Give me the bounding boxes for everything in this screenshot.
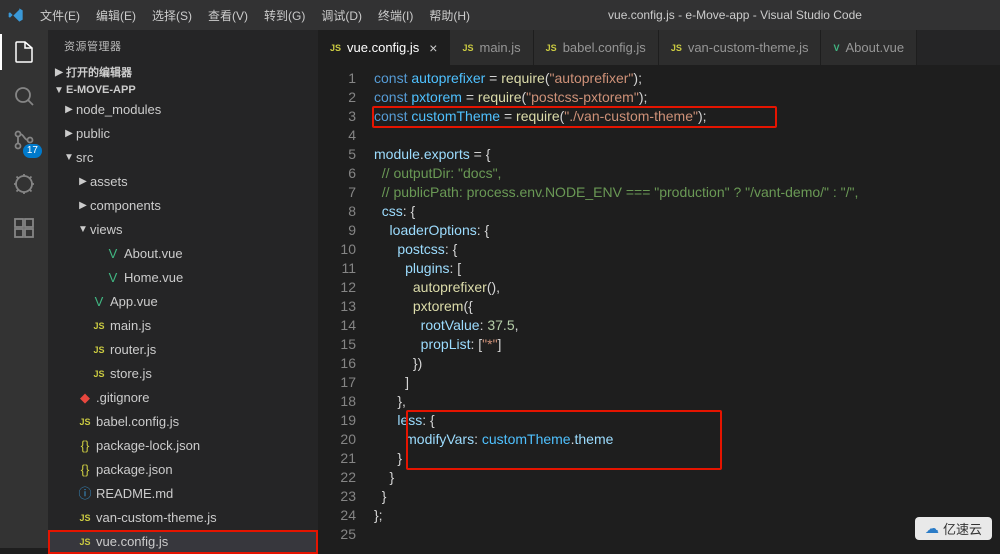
menu-selection[interactable]: 选择(S) bbox=[144, 7, 200, 24]
json-icon: {} bbox=[76, 436, 94, 456]
tree-store-js[interactable]: JSstore.js bbox=[48, 362, 318, 386]
menu-go[interactable]: 转到(G) bbox=[256, 7, 313, 24]
tree-home-vue[interactable]: VHome.vue bbox=[48, 266, 318, 290]
search-icon[interactable] bbox=[10, 82, 38, 110]
tab-label: main.js bbox=[479, 40, 520, 55]
js-icon: JS bbox=[90, 364, 108, 384]
tree-pkg-lock[interactable]: {}package-lock.json bbox=[48, 434, 318, 458]
sidebar-title: 资源管理器 bbox=[48, 30, 318, 62]
tree-main-js[interactable]: JSmain.js bbox=[48, 314, 318, 338]
tab-babel[interactable]: JS babel.config.js bbox=[534, 30, 659, 65]
window-title: vue.config.js - e-Move-app - Visual Stud… bbox=[478, 8, 992, 22]
tree-components[interactable]: ▶components bbox=[48, 194, 318, 218]
code-editor[interactable]: 12345 678910 1112131415 1617181920 21222… bbox=[318, 65, 1000, 548]
js-icon: JS bbox=[546, 43, 557, 53]
vue-icon: V bbox=[90, 292, 108, 312]
tab-label: vue.config.js bbox=[347, 40, 419, 55]
close-icon[interactable]: × bbox=[429, 40, 437, 56]
code-content[interactable]: const autoprefixer = require("autoprefix… bbox=[374, 69, 1000, 548]
menu-file[interactable]: 文件(E) bbox=[32, 7, 88, 24]
sidebar: 资源管理器 ▶打开的编辑器 ▼E-MOVE-APP ▶node_modules … bbox=[48, 30, 318, 548]
explorer-section: ▶打开的编辑器 ▼E-MOVE-APP ▶node_modules ▶publi… bbox=[48, 62, 318, 554]
tree-van-theme[interactable]: JSvan-custom-theme.js bbox=[48, 506, 318, 530]
editor-area: JS vue.config.js × JS main.js JS babel.confi… bbox=[318, 30, 1000, 548]
js-icon: JS bbox=[76, 532, 94, 552]
js-icon: JS bbox=[671, 43, 682, 53]
tree-router-js[interactable]: JSrouter.js bbox=[48, 338, 318, 362]
watermark: ☁ 亿速云 bbox=[915, 517, 992, 540]
line-gutter: 12345 678910 1112131415 1617181920 21222… bbox=[318, 69, 374, 548]
editor-tabs: JS vue.config.js × JS main.js JS babel.confi… bbox=[318, 30, 1000, 65]
source-control-icon[interactable]: 17 bbox=[10, 126, 38, 154]
tree-node-modules[interactable]: ▶node_modules bbox=[48, 98, 318, 122]
tree-gitignore[interactable]: ◆.gitignore bbox=[48, 386, 318, 410]
activity-bar: 17 bbox=[0, 30, 48, 548]
vue-icon: V bbox=[833, 43, 839, 53]
menu-bar: 文件(E) 编辑(E) 选择(S) 查看(V) 转到(G) 调试(D) 终端(I… bbox=[0, 0, 1000, 30]
watermark-text: 亿速云 bbox=[943, 519, 982, 538]
json-icon: {} bbox=[76, 460, 94, 480]
file-tree: ▶node_modules ▶public ▼src ▶assets ▶comp… bbox=[48, 98, 318, 554]
debug-icon[interactable] bbox=[10, 170, 38, 198]
scm-badge: 17 bbox=[23, 144, 42, 158]
project-header[interactable]: ▼E-MOVE-APP bbox=[48, 82, 318, 98]
js-icon: JS bbox=[462, 43, 473, 53]
tree-src[interactable]: ▼src bbox=[48, 146, 318, 170]
js-icon: JS bbox=[330, 43, 341, 53]
git-icon: ◆ bbox=[76, 388, 94, 408]
menu-view[interactable]: 查看(V) bbox=[200, 7, 256, 24]
tree-public[interactable]: ▶public bbox=[48, 122, 318, 146]
tab-van-theme[interactable]: JS van-custom-theme.js bbox=[659, 30, 822, 65]
tab-vue-config[interactable]: JS vue.config.js × bbox=[318, 30, 450, 65]
js-icon: JS bbox=[90, 316, 108, 336]
tab-label: babel.config.js bbox=[563, 40, 646, 55]
tab-label: van-custom-theme.js bbox=[688, 40, 809, 55]
js-icon: JS bbox=[76, 508, 94, 528]
explorer-icon[interactable] bbox=[10, 38, 38, 66]
vscode-logo-icon bbox=[8, 7, 24, 23]
tree-readme[interactable]: ⓘREADME.md bbox=[48, 482, 318, 506]
open-editors-header[interactable]: ▶打开的编辑器 bbox=[48, 62, 318, 82]
tree-vue-config[interactable]: JSvue.config.js bbox=[48, 530, 318, 554]
tree-app-vue[interactable]: VApp.vue bbox=[48, 290, 318, 314]
tab-label: About.vue bbox=[846, 40, 905, 55]
tree-pkg[interactable]: {}package.json bbox=[48, 458, 318, 482]
open-editors-label: 打开的编辑器 bbox=[66, 64, 132, 80]
vue-icon: V bbox=[104, 268, 122, 288]
js-icon: JS bbox=[90, 340, 108, 360]
extensions-icon[interactable] bbox=[10, 214, 38, 242]
tab-main-js[interactable]: JS main.js bbox=[450, 30, 533, 65]
tree-views[interactable]: ▼views bbox=[48, 218, 318, 242]
project-label: E-MOVE-APP bbox=[66, 84, 136, 96]
info-icon: ⓘ bbox=[76, 484, 94, 504]
menu-edit[interactable]: 编辑(E) bbox=[88, 7, 144, 24]
menu-terminal[interactable]: 终端(I) bbox=[370, 7, 421, 24]
tree-about-vue[interactable]: VAbout.vue bbox=[48, 242, 318, 266]
js-icon: JS bbox=[76, 412, 94, 432]
main-area: 17 资源管理器 ▶打开的编辑器 ▼E-MOVE-APP ▶node_modul… bbox=[0, 30, 1000, 548]
vue-icon: V bbox=[104, 244, 122, 264]
tab-about-vue[interactable]: V About.vue bbox=[821, 30, 917, 65]
menu-debug[interactable]: 调试(D) bbox=[313, 7, 370, 24]
menu-help[interactable]: 帮助(H) bbox=[421, 7, 478, 24]
tree-babel[interactable]: JSbabel.config.js bbox=[48, 410, 318, 434]
menu-items: 文件(E) 编辑(E) 选择(S) 查看(V) 转到(G) 调试(D) 终端(I… bbox=[32, 7, 478, 24]
tree-assets[interactable]: ▶assets bbox=[48, 170, 318, 194]
cloud-icon: ☁ bbox=[925, 520, 939, 537]
